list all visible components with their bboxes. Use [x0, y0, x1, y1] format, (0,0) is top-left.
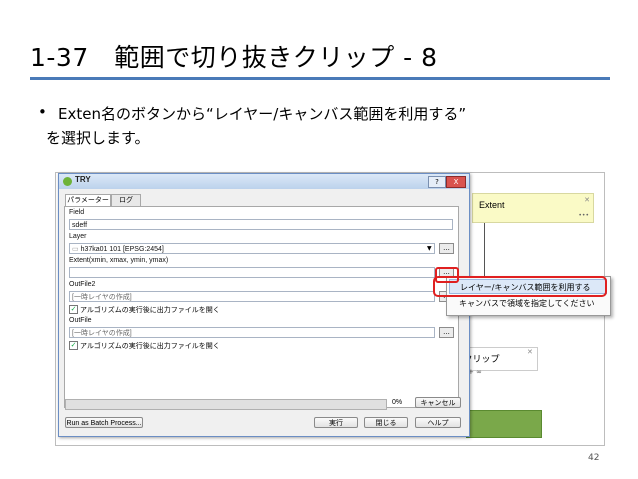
bullet-text-line-2: を選択します。	[46, 129, 150, 147]
layer-icon: ▭	[72, 246, 81, 253]
tab-log[interactable]: ログ	[111, 194, 141, 206]
cancel-button[interactable]: キャンセル	[415, 397, 461, 408]
outfile2-open-checkbox[interactable]: ✓	[69, 305, 78, 314]
close-button[interactable]: 閉じる	[364, 417, 408, 428]
layer-browse-button[interactable]: ...	[439, 243, 454, 254]
algorithm-dialog: TRY ? X パラメーター ログ Field sdeff Layer ▭ h3…	[58, 173, 470, 437]
extent-node-label: Extent	[479, 200, 505, 210]
layer-value: h37ka01 101 [EPSG:2454]	[80, 246, 164, 253]
outfile2-label: OutFile2	[69, 281, 96, 288]
outfile-open-checkbox[interactable]: ✓	[69, 341, 78, 350]
outfile2-open-label: アルゴリズムの実行後に出力ファイルを開く	[80, 307, 220, 314]
output-node[interactable]	[466, 410, 542, 438]
parameters-panel: Field sdeff Layer ▭ h37ka01 101 [EPSG:24…	[64, 206, 459, 408]
layer-label: Layer	[69, 233, 87, 240]
page-number: 42	[588, 453, 600, 463]
more-icon[interactable]: •••	[578, 212, 589, 219]
progress-percent: 0%	[392, 399, 403, 406]
field-input[interactable]: sdeff	[69, 219, 453, 230]
title-underline	[30, 77, 610, 80]
progress-bar	[65, 399, 387, 410]
field-label: Field	[69, 209, 85, 216]
bullet-marker: •	[38, 103, 47, 121]
outfile-input[interactable]: [一時レイヤの作成]	[69, 327, 435, 338]
run-button[interactable]: 実行	[314, 417, 358, 428]
outfile-browse-button[interactable]: ...	[439, 327, 454, 338]
dialog-title: TRY	[75, 175, 91, 184]
outfile2-input[interactable]: [一時レイヤの作成]	[69, 291, 435, 302]
chevron-down-icon[interactable]: ▼	[427, 245, 432, 252]
outfile-label: OutFile	[69, 317, 92, 324]
port-icon: + ∞	[468, 368, 482, 376]
extent-input[interactable]	[69, 267, 435, 278]
layer-select[interactable]: ▭ h37ka01 101 [EPSG:2454]	[69, 243, 435, 254]
dialog-titlebar: TRY ? X	[59, 174, 469, 189]
connector-line	[484, 221, 485, 276]
close-icon[interactable]: ✕	[584, 196, 590, 204]
bullet-text-line-1: Exten名のボタンから“レイヤー/キャンバス範囲を利用する”	[58, 105, 467, 123]
close-icon[interactable]: X	[446, 176, 466, 188]
highlight-callout	[433, 276, 607, 297]
close-icon[interactable]: ✕	[527, 348, 533, 356]
batch-process-button[interactable]: Run as Batch Process...	[65, 417, 143, 428]
outfile-open-label: アルゴリズムの実行後に出力ファイルを開く	[80, 343, 220, 350]
highlight-button-callout	[435, 267, 459, 283]
qgis-logo-icon	[63, 177, 72, 186]
extent-node[interactable]: Extent ✕ •••	[472, 193, 594, 223]
help-button[interactable]: ヘルプ	[415, 417, 461, 428]
tab-parameters[interactable]: パラメーター	[65, 194, 111, 206]
help-icon[interactable]: ?	[428, 176, 446, 188]
extent-label: Extent(xmin, xmax, ymin, ymax)	[69, 257, 169, 264]
slide-title: 1-37 範囲で切り抜きクリップ - 8	[30, 43, 438, 72]
menu-item-select-on-canvas[interactable]: キャンバスで領域を指定してください	[449, 296, 607, 311]
